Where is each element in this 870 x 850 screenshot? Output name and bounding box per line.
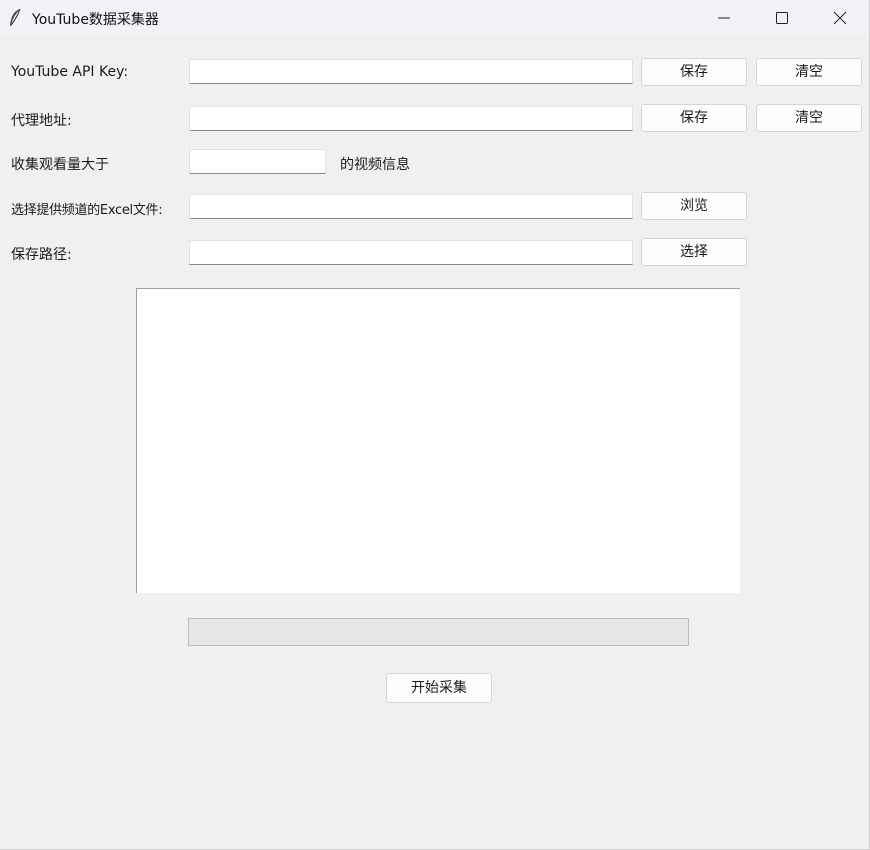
title-bar: YouTube数据采集器 xyxy=(0,0,869,36)
maximize-icon xyxy=(776,12,788,24)
select-path-button[interactable]: 选择 xyxy=(641,238,747,266)
views-threshold-input[interactable] xyxy=(189,149,326,174)
window-title: YouTube数据采集器 xyxy=(32,12,159,28)
close-button[interactable] xyxy=(811,0,869,36)
minimize-icon xyxy=(718,17,730,19)
proxy-input[interactable] xyxy=(189,106,633,131)
save-path-label: 保存路径: xyxy=(11,247,72,263)
views-threshold-suffix: 的视频信息 xyxy=(340,157,410,173)
app-window: YouTube数据采集器 YouTube API Key: 保存 清空 代理地址… xyxy=(0,0,870,850)
api-key-save-button[interactable]: 保存 xyxy=(641,58,747,86)
browse-button[interactable]: 浏览 xyxy=(641,192,747,220)
excel-file-input[interactable] xyxy=(189,194,633,219)
proxy-save-button[interactable]: 保存 xyxy=(641,104,747,132)
api-key-input[interactable] xyxy=(189,59,633,84)
api-key-clear-button[interactable]: 清空 xyxy=(756,58,862,86)
proxy-label: 代理地址: xyxy=(11,113,72,129)
api-key-label: YouTube API Key: xyxy=(11,64,129,80)
progress-bar xyxy=(188,618,689,646)
minimize-button[interactable] xyxy=(695,0,753,36)
proxy-clear-button[interactable]: 清空 xyxy=(756,104,862,132)
maximize-button[interactable] xyxy=(753,0,811,36)
start-collect-button[interactable]: 开始采集 xyxy=(386,673,492,703)
save-path-input[interactable] xyxy=(189,240,633,265)
close-icon xyxy=(833,11,847,25)
views-threshold-label: 收集观看量大于 xyxy=(11,157,109,173)
feather-icon xyxy=(8,8,22,28)
log-textarea[interactable] xyxy=(136,288,740,593)
excel-file-label: 选择提供频道的Excel文件: xyxy=(11,203,163,218)
